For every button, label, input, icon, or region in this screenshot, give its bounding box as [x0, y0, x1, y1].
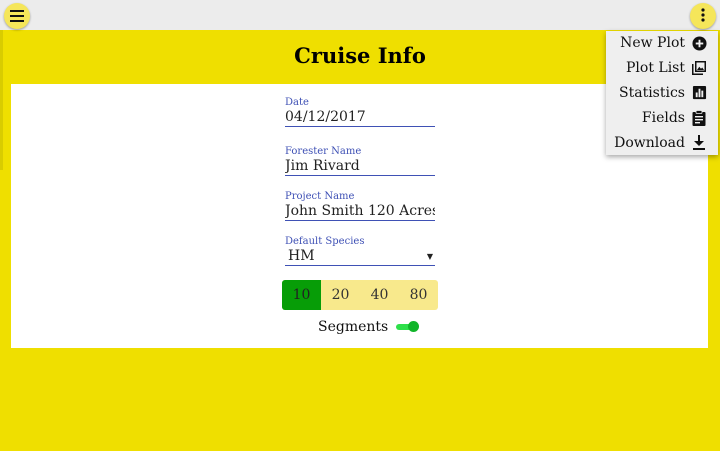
top-app-bar	[0, 0, 720, 30]
overflow-menu: New Plot Plot List Statistics Fields Dow…	[606, 31, 718, 155]
add-circle-icon	[691, 35, 707, 51]
plot-size-toggle-group: 10 20 40 80	[282, 280, 438, 310]
menu-item-label: Download	[614, 134, 685, 151]
clipboard-icon	[691, 109, 707, 126]
plot-size-option[interactable]: 10	[282, 280, 321, 310]
download-icon	[691, 135, 707, 151]
menu-item-download[interactable]: Download	[606, 130, 718, 155]
segments-switch[interactable]	[395, 320, 420, 334]
default-species-select[interactable]: HM ▼	[285, 247, 435, 266]
overflow-menu-button[interactable]	[690, 3, 716, 29]
menu-item-plot-list[interactable]: Plot List	[606, 56, 718, 81]
menu-item-label: Plot List	[626, 60, 685, 77]
menu-item-new-plot[interactable]: New Plot	[606, 31, 718, 56]
menu-item-label: Fields	[641, 109, 685, 126]
menu-item-label: Statistics	[619, 84, 685, 101]
forester-name-field[interactable]: Forester Name Jim Rivard	[285, 146, 435, 176]
default-species-field[interactable]: Default Species HM ▼	[285, 236, 435, 266]
photo-library-icon	[691, 60, 707, 76]
date-input[interactable]: 04/12/2017	[285, 108, 435, 127]
plot-size-option[interactable]: 40	[360, 280, 399, 310]
date-field[interactable]: Date 04/12/2017	[285, 97, 435, 127]
segments-label: Segments	[318, 319, 389, 335]
segments-row: Segments	[318, 318, 420, 336]
project-name-input[interactable]: John Smith 120 Acres	[285, 202, 435, 221]
date-label: Date	[285, 97, 309, 108]
project-name-label: Project Name	[285, 191, 355, 202]
bar-chart-icon	[691, 85, 707, 101]
menu-item-fields[interactable]: Fields	[606, 105, 718, 130]
project-name-field[interactable]: Project Name John Smith 120 Acres	[285, 191, 435, 221]
default-species-label: Default Species	[285, 236, 365, 247]
dropdown-arrow-icon: ▼	[426, 251, 433, 261]
plot-size-option[interactable]: 80	[399, 280, 438, 310]
forester-name-input[interactable]: Jim Rivard	[285, 157, 435, 176]
menu-item-label: New Plot	[620, 35, 685, 52]
menu-button[interactable]	[4, 3, 30, 29]
plot-size-option[interactable]: 20	[321, 280, 360, 310]
more-vert-icon	[701, 7, 705, 26]
switch-thumb	[408, 321, 420, 332]
forester-name-label: Forester Name	[285, 146, 362, 157]
hamburger-icon	[10, 7, 24, 26]
default-species-value: HM	[288, 248, 315, 264]
menu-item-statistics[interactable]: Statistics	[606, 81, 718, 106]
